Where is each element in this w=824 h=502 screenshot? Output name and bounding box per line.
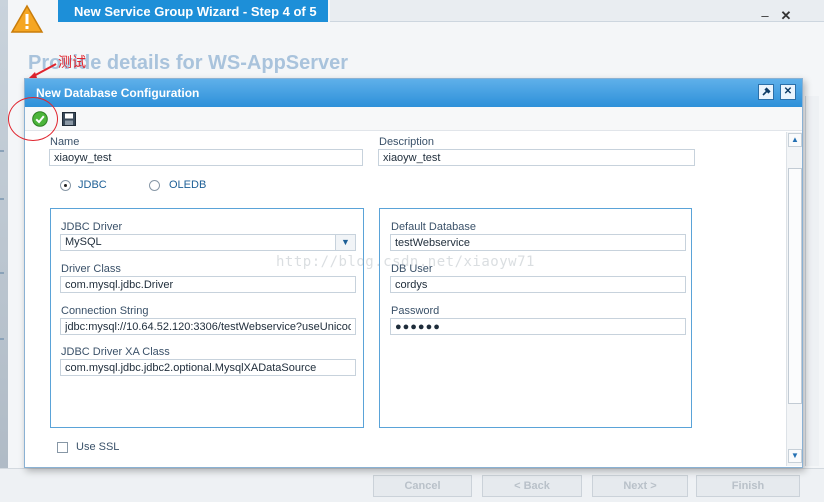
xa-class-input[interactable] xyxy=(60,359,356,376)
chevron-down-icon[interactable]: ▼ xyxy=(335,235,355,250)
db-user-label: DB User xyxy=(391,263,433,275)
minimize-icon[interactable]: – xyxy=(757,8,773,24)
wizard-title: New Service Group Wizard - Step 4 of 5 xyxy=(58,0,328,22)
dialog-title: New Database Configuration xyxy=(36,86,200,100)
use-ssl-label[interactable]: Use SSL xyxy=(76,441,119,453)
scroll-up-icon[interactable]: ▲ xyxy=(788,133,802,147)
dialog-scrollbar[interactable]: ▲ ▼ xyxy=(786,132,802,466)
edge-mark xyxy=(0,272,4,274)
description-input[interactable] xyxy=(378,149,695,166)
use-ssl-checkbox[interactable] xyxy=(57,442,68,453)
description-label: Description xyxy=(379,136,435,148)
wizard-scrollbar[interactable] xyxy=(805,96,819,466)
default-database-input[interactable] xyxy=(390,234,686,251)
edge-mark xyxy=(0,198,4,200)
jdbc-driver-select[interactable]: MySQL ▼ xyxy=(60,234,356,251)
name-input[interactable] xyxy=(49,149,363,166)
dialog-titlebar: New Database Configuration ✕ xyxy=(25,79,802,107)
dialog-toolbar xyxy=(25,107,802,131)
jdbc-radio-label[interactable]: JDBC xyxy=(78,179,107,191)
edge-mark xyxy=(0,150,4,152)
jdbc-radio[interactable] xyxy=(60,180,71,191)
cancel-button[interactable]: Cancel xyxy=(373,475,472,497)
oledb-radio[interactable] xyxy=(149,180,160,191)
edge-mark xyxy=(0,338,4,340)
scrollbar-thumb[interactable] xyxy=(788,168,802,404)
database-config-dialog: New Database Configuration ✕ Name Descri… xyxy=(8,78,803,468)
connection-string-label: Connection String xyxy=(61,305,149,317)
floppy-disk-icon[interactable] xyxy=(61,111,77,127)
driver-class-label: Driver Class xyxy=(61,263,121,275)
driver-class-input[interactable] xyxy=(60,276,356,293)
password-label: Password xyxy=(391,305,440,317)
jdbc-driver-value: MySQL xyxy=(65,236,102,248)
pin-icon[interactable] xyxy=(758,84,774,100)
jdbc-driver-label: JDBC Driver xyxy=(61,221,123,233)
back-button[interactable]: < Back xyxy=(482,475,582,497)
next-button[interactable]: Next > xyxy=(592,475,688,497)
scroll-down-icon[interactable]: ▼ xyxy=(788,449,802,463)
password-input[interactable] xyxy=(390,318,686,335)
annotation-text: 测试 xyxy=(58,54,86,70)
name-label: Name xyxy=(50,136,80,148)
xa-class-label: JDBC Driver XA Class xyxy=(61,346,170,358)
default-database-label: Default Database xyxy=(391,221,476,233)
close-icon[interactable]: ✕ xyxy=(780,84,796,100)
db-user-input[interactable] xyxy=(390,276,686,293)
close-icon[interactable]: ✕ xyxy=(778,8,794,24)
oledb-radio-label[interactable]: OLEDB xyxy=(169,179,206,191)
wizard-titlebar-fill xyxy=(330,0,824,22)
finish-button[interactable]: Finish xyxy=(696,475,800,497)
wizard-left-edge xyxy=(0,0,8,502)
warning-icon xyxy=(10,4,44,33)
annotation-circle xyxy=(8,97,58,141)
connection-string-input[interactable] xyxy=(60,318,356,335)
